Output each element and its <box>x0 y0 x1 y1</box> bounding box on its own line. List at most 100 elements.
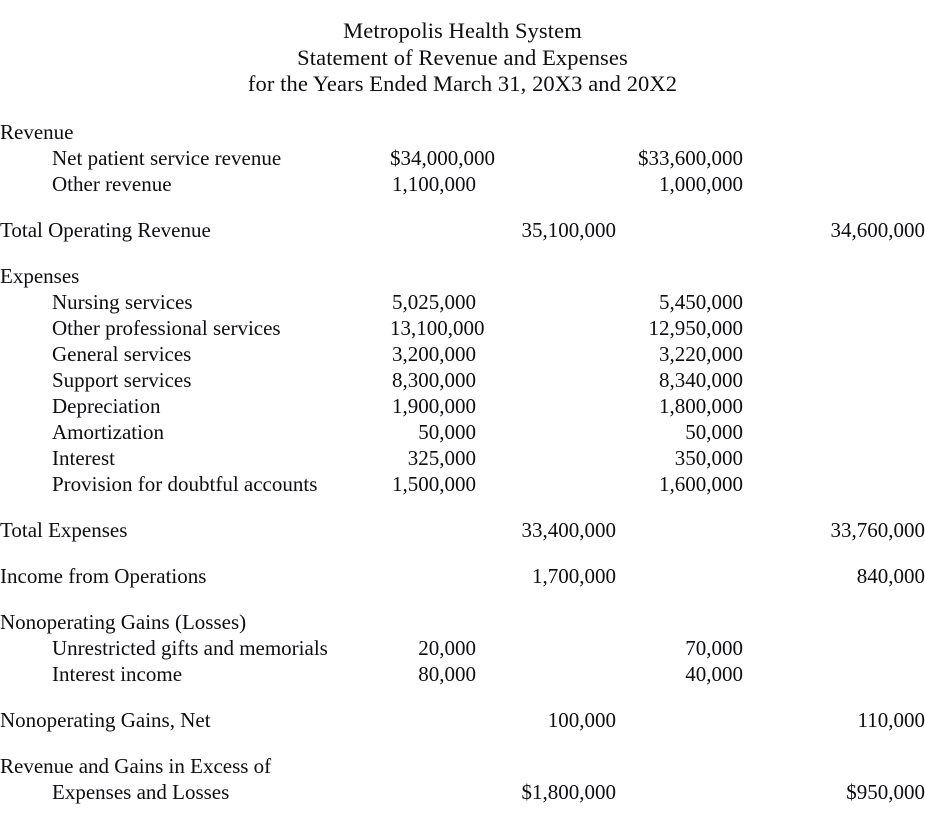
row-value-nonoperating-gains-losses-header-detail-1 <box>390 589 476 635</box>
row-value-net-patient-service-revenue-total-1 <box>476 145 616 171</box>
row-value-revenue-header-detail-2 <box>616 119 743 145</box>
statement-row: Expenses <box>0 243 925 289</box>
row-value-interest-total-1 <box>476 445 616 471</box>
row-value-other-revenue-detail-1: 1,100,000 <box>392 171 476 196</box>
row-value-revenue-and-gains-in-excess-of-total-2 <box>743 733 925 779</box>
row-value-nursing-services-detail-1: 5,025,000 <box>392 289 476 314</box>
row-label-interest: Interest <box>52 445 115 470</box>
row-value-total-expenses-total-2: 33,760,000 <box>830 517 925 542</box>
row-value-unrestricted-gifts-and-memorials-total-1 <box>476 635 616 661</box>
statement-row: Revenue and Gains in Excess of <box>0 733 925 779</box>
row-value-general-services-detail-1: 3,200,000 <box>392 341 476 366</box>
row-label-revenue-and-gains-in-excess-of: Revenue and Gains in Excess of <box>0 753 272 778</box>
row-value-interest-detail-1: 325,000 <box>407 445 476 470</box>
row-value-income-from-operations-total-2: 840,000 <box>856 563 925 588</box>
statement-row: General services 3,200,000 3,220,000 <box>0 341 925 367</box>
row-value-nonoperating-gains-losses-header-total-1 <box>476 589 616 635</box>
statement-row: Interest 325,000 350,000 <box>0 445 925 471</box>
statement-period: for the Years Ended March 31, 20X3 and 2… <box>247 71 678 96</box>
row-value-provision-for-doubtful-accounts-detail-1: 1,500,000 <box>392 471 476 496</box>
row-value-interest-income-total-1 <box>476 661 616 687</box>
row-value-total-expenses-detail-1 <box>390 497 476 543</box>
row-label-provision-for-doubtful-accounts: Provision for doubtful accounts <box>52 471 318 496</box>
statement-row: Expenses and Losses $1,800,000 $950,000 <box>0 779 925 805</box>
row-value-depreciation-total-2 <box>743 393 925 419</box>
row-label-support-services: Support services <box>52 367 192 392</box>
row-value-nursing-services-total-1 <box>476 289 616 315</box>
statement-row: Other professional services 13,100,000 12,… <box>0 315 925 341</box>
row-value-revenue-and-gains-in-excess-of-detail-1 <box>390 733 476 779</box>
row-value-unrestricted-gifts-and-memorials-detail-1: 20,000 <box>418 635 476 660</box>
row-value-nursing-services-detail-2: 5,450,000 <box>659 289 743 314</box>
statement-row: Total Expenses 33,400,000 33,760,000 <box>0 497 925 543</box>
row-value-other-professional-services-detail-2: 12,950,000 <box>648 315 744 340</box>
statement-row: Support services 8,300,000 8,340,000 <box>0 367 925 393</box>
document-title-block: Metropolis Health System Statement of Re… <box>0 0 925 98</box>
row-value-depreciation-total-1 <box>476 393 616 419</box>
row-label-income-from-operations: Income from Operations <box>0 563 207 588</box>
row-label-unrestricted-gifts-and-memorials: Unrestricted gifts and memorials <box>52 635 328 660</box>
row-label-nursing-services: Nursing services <box>52 289 193 314</box>
row-value-expenses-and-losses-detail-2 <box>616 779 743 805</box>
statement-row: Interest income 80,000 40,000 <box>0 661 925 687</box>
row-value-total-operating-revenue-detail-1 <box>390 197 476 243</box>
row-value-expenses-header-total-1 <box>476 243 616 289</box>
row-value-revenue-and-gains-in-excess-of-detail-2 <box>616 733 743 779</box>
row-value-amortization-total-1 <box>476 419 616 445</box>
row-value-nonoperating-gains-net-detail-1 <box>390 687 476 733</box>
row-value-expenses-and-losses-total-2: $950,000 <box>846 779 925 804</box>
row-value-net-patient-service-revenue-total-2 <box>743 145 925 171</box>
row-value-support-services-detail-1: 8,300,000 <box>392 367 476 392</box>
row-value-total-operating-revenue-total-1: 35,100,000 <box>521 217 617 242</box>
row-label-other-revenue: Other revenue <box>52 171 172 196</box>
statement-row: Nursing services 5,025,000 5,450,000 <box>0 289 925 315</box>
row-value-unrestricted-gifts-and-memorials-total-2 <box>743 635 925 661</box>
row-label-nonoperating-gains-net: Nonoperating Gains, Net <box>0 707 211 732</box>
row-value-interest-income-detail-1: 80,000 <box>418 661 476 686</box>
row-value-amortization-detail-1: 50,000 <box>418 419 476 444</box>
row-value-other-revenue-total-1 <box>476 171 616 197</box>
row-value-total-expenses-total-1: 33,400,000 <box>521 517 617 542</box>
statement-name: Statement of Revenue and Expenses <box>297 44 628 70</box>
row-value-revenue-header-detail-1 <box>390 119 476 145</box>
row-value-revenue-and-gains-in-excess-of-total-1 <box>476 733 616 779</box>
row-label-total-operating-revenue: Total Operating Revenue <box>0 217 211 242</box>
statement-table: Revenue Net patient service revenue $34,00… <box>0 119 925 805</box>
row-label-interest-income: Interest income <box>52 661 183 686</box>
row-label-expenses-header: Expenses <box>0 263 80 288</box>
row-value-support-services-total-2 <box>743 367 925 393</box>
row-value-expenses-and-losses-total-1: $1,800,000 <box>521 779 617 804</box>
row-value-expenses-header-total-2 <box>743 243 925 289</box>
row-value-depreciation-detail-2: 1,800,000 <box>659 393 743 418</box>
statement-row: Amortization 50,000 50,000 <box>0 419 925 445</box>
row-value-nonoperating-gains-net-total-1: 100,000 <box>547 707 616 732</box>
row-value-nonoperating-gains-losses-header-total-2 <box>743 589 925 635</box>
statement-row: Unrestricted gifts and memorials 20,000 70… <box>0 635 925 661</box>
row-label-nonoperating-gains-losses-header: Nonoperating Gains (Losses) <box>0 609 247 634</box>
row-label-depreciation: Depreciation <box>52 393 161 418</box>
row-value-provision-for-doubtful-accounts-total-1 <box>476 471 616 497</box>
statement-row: Nonoperating Gains, Net 100,000 110,000 <box>0 687 925 733</box>
row-value-provision-for-doubtful-accounts-total-2 <box>743 471 925 497</box>
row-value-general-services-total-2 <box>743 341 925 367</box>
row-label-net-patient-service-revenue: Net patient service revenue <box>52 145 282 170</box>
row-value-other-professional-services-total-1 <box>476 315 616 341</box>
row-label-expenses-and-losses: Expenses and Losses <box>52 779 230 804</box>
row-value-income-from-operations-detail-2 <box>616 543 743 589</box>
statement-row: Net patient service revenue $34,000,000 $3… <box>0 145 925 171</box>
entity-name: Metropolis Health System <box>343 18 582 43</box>
statement-row: Provision for doubtful accounts 1,500,000… <box>0 471 925 497</box>
row-value-general-services-total-1 <box>476 341 616 367</box>
row-value-expenses-and-losses-detail-1 <box>390 779 476 805</box>
row-value-nonoperating-gains-net-detail-2 <box>616 687 743 733</box>
row-value-amortization-total-2 <box>743 419 925 445</box>
row-value-total-operating-revenue-detail-2 <box>616 197 743 243</box>
row-value-other-professional-services-total-2 <box>743 315 925 341</box>
row-label-revenue-header: Revenue <box>0 119 74 144</box>
row-value-revenue-header-total-2 <box>743 119 925 145</box>
row-value-general-services-detail-2: 3,220,000 <box>659 341 743 366</box>
row-value-nonoperating-gains-net-total-2: 110,000 <box>857 707 925 732</box>
row-label-general-services: General services <box>52 341 192 366</box>
row-label-total-expenses: Total Expenses <box>0 517 128 542</box>
statement-row: Total Operating Revenue 35,100,000 34,600,… <box>0 197 925 243</box>
